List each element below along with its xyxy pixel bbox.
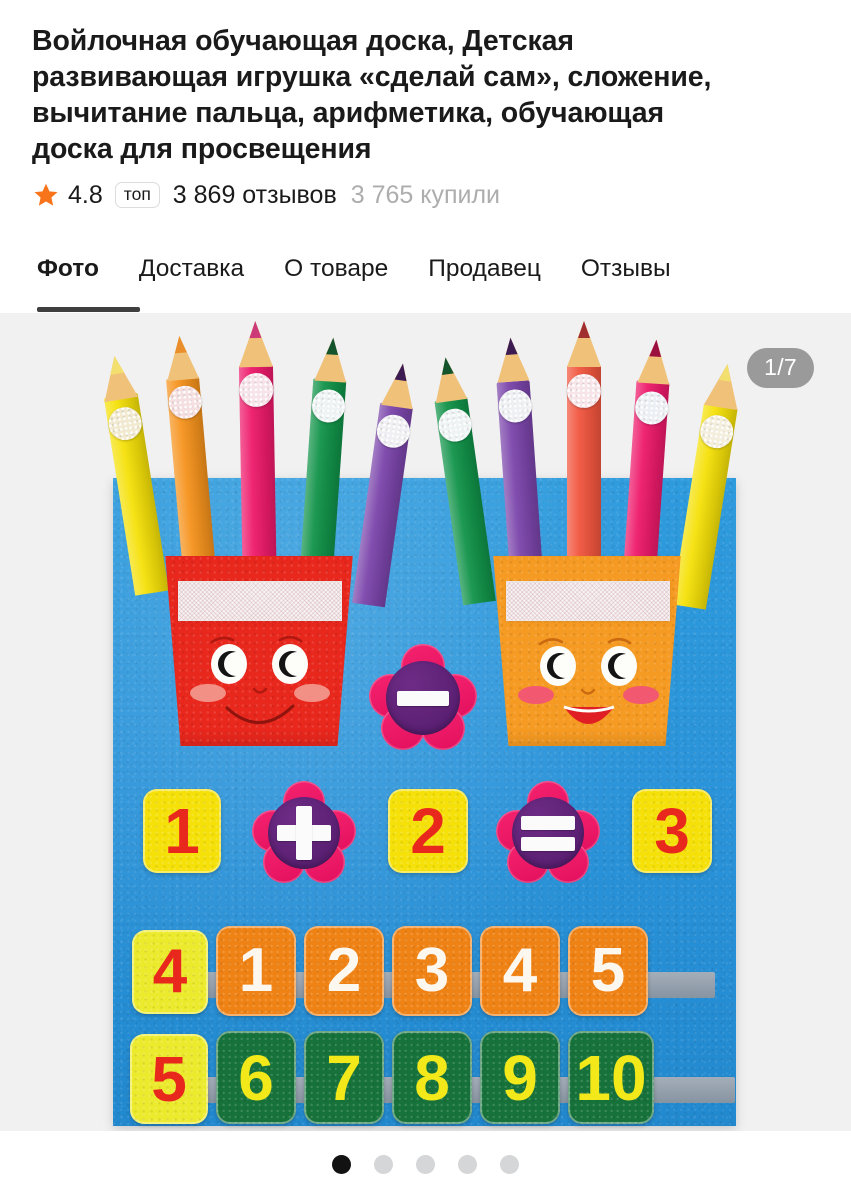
row1-tile-4[interactable]: 4 — [480, 926, 560, 1016]
star-icon — [33, 182, 68, 208]
pompom-coral-right — [567, 374, 601, 408]
equation-tile-2[interactable]: 2 — [388, 789, 468, 873]
active-tab-indicator — [37, 307, 140, 312]
face-orange-cup — [518, 637, 659, 724]
row1-tile-5[interactable]: 5 — [568, 926, 648, 1016]
row2-tile-6[interactable]: 6 — [216, 1031, 296, 1124]
tab-seller[interactable]: Продавец — [428, 255, 541, 285]
tab-about[interactable]: О товаре — [284, 255, 388, 285]
row1-tile-answer[interactable]: 4 — [132, 930, 208, 1014]
tab-reviews[interactable]: Отзывы — [581, 255, 671, 285]
rating-row: 4.8 топ 3 869 отзывов 3 765 купили — [33, 178, 500, 212]
plus-glyph — [277, 806, 331, 860]
felt-cup-orange[interactable] — [478, 556, 696, 746]
face-red-cup — [190, 635, 330, 724]
pagination-dot-2[interactable] — [374, 1155, 393, 1174]
pagination-dot-1[interactable] — [332, 1155, 351, 1174]
equals-glyph — [521, 814, 575, 852]
minus-glyph — [397, 690, 449, 706]
tab-bar: Фото Доставка О товаре Продавец Отзывы — [0, 255, 851, 313]
row1-tile-3[interactable]: 3 — [392, 926, 472, 1016]
page-title: Войлочная обучающая доска, Детская разви… — [32, 25, 712, 166]
pagination-dot-5[interactable] — [500, 1155, 519, 1174]
product-image[interactable]: 1 2 3 4 1 2 3 4 5 5 6 7 8 9 10 — [0, 313, 851, 1131]
row2-tile-9[interactable]: 9 — [480, 1031, 560, 1124]
gallery-pagination — [0, 1155, 851, 1174]
row2-tile-10[interactable]: 10 — [568, 1031, 654, 1124]
pagination-dot-3[interactable] — [416, 1155, 435, 1174]
reviews-count[interactable]: 3 869 отзывов — [173, 182, 337, 208]
felt-cup-red[interactable] — [150, 556, 368, 746]
row1-tile-1[interactable]: 1 — [216, 926, 296, 1016]
rating-value: 4.8 — [68, 180, 103, 209]
equation-tile-3[interactable]: 3 — [632, 789, 712, 873]
pagination-dot-4[interactable] — [458, 1155, 477, 1174]
row2-tile-8[interactable]: 8 — [392, 1031, 472, 1124]
row2-tile-7[interactable]: 7 — [304, 1031, 384, 1124]
operator-flower-plus[interactable] — [252, 781, 356, 885]
image-counter-badge: 1/7 — [747, 348, 814, 388]
photo-gallery[interactable]: 1/7 1 2 3 4 1 2 3 4 5 5 6 7 8 9 10 — [0, 313, 851, 1131]
product-page: Войлочная обучающая доска, Детская разви… — [0, 0, 851, 1200]
row1-tile-2[interactable]: 2 — [304, 926, 384, 1016]
operator-flower-minus[interactable] — [369, 644, 477, 752]
bought-count: 3 765 купили — [350, 180, 501, 209]
equation-tile-1[interactable]: 1 — [143, 789, 221, 873]
operator-flower-equals[interactable] — [496, 781, 600, 885]
status-badge: топ — [114, 181, 160, 209]
tab-photo[interactable]: Фото — [37, 255, 99, 285]
tab-delivery[interactable]: Доставка — [139, 255, 244, 285]
row2-tile-answer[interactable]: 5 — [130, 1034, 208, 1124]
